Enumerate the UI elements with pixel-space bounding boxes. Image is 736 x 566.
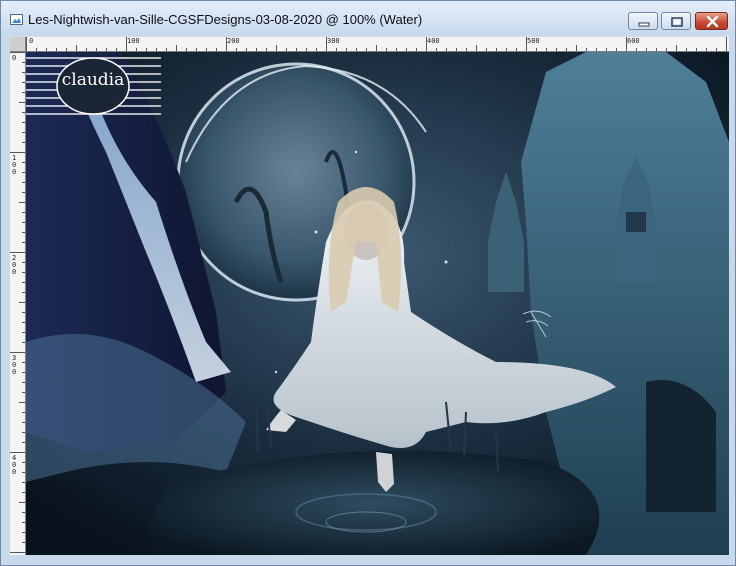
- ruler-label-400: 400: [427, 37, 440, 45]
- vertical-ruler-ticks: [10, 52, 25, 553]
- image-document-icon: [10, 14, 23, 25]
- horizontal-ruler[interactable]: 0 100 200 300 400 500 600: [26, 37, 729, 52]
- restore-icon: [671, 17, 683, 27]
- vertical-ruler[interactable]: 0 1 0 0 2 0 0 3 0 0 4 0 0: [10, 52, 26, 555]
- watermark-text: claudia: [62, 70, 125, 90]
- close-button[interactable]: [695, 12, 728, 30]
- window-title: Les-Nightwish-van-Sille-CGSFDesigns-03-0…: [28, 12, 423, 27]
- ruler-label-500: 500: [527, 37, 540, 45]
- vruler-label-200: 2 0 0: [12, 254, 17, 276]
- vruler-label-0: 0: [12, 54, 17, 62]
- minimize-button[interactable]: [628, 12, 658, 30]
- ruler-label-300: 300: [327, 37, 340, 45]
- vruler-label-400: 4 0 0: [12, 454, 17, 476]
- ruler-label-0: 0: [29, 37, 34, 45]
- ruler-label-100: 100: [127, 37, 140, 45]
- maximize-button[interactable]: [661, 12, 691, 30]
- ruler-label-200: 200: [227, 37, 240, 45]
- ruler-corner: [10, 37, 26, 52]
- artwork: [26, 52, 729, 555]
- ruler-label-600: 600: [627, 37, 640, 45]
- app-window: Les-Nightwish-van-Sille-CGSFDesigns-03-0…: [0, 0, 736, 566]
- vruler-label-100: 1 0 0: [12, 154, 17, 176]
- watermark-logo: claudia: [26, 57, 161, 115]
- title-bar[interactable]: Les-Nightwish-van-Sille-CGSFDesigns-03-0…: [1, 1, 735, 35]
- minimize-icon: [638, 22, 650, 27]
- close-icon: [706, 15, 719, 28]
- image-canvas[interactable]: claudia: [26, 52, 729, 555]
- vruler-label-300: 3 0 0: [12, 354, 17, 376]
